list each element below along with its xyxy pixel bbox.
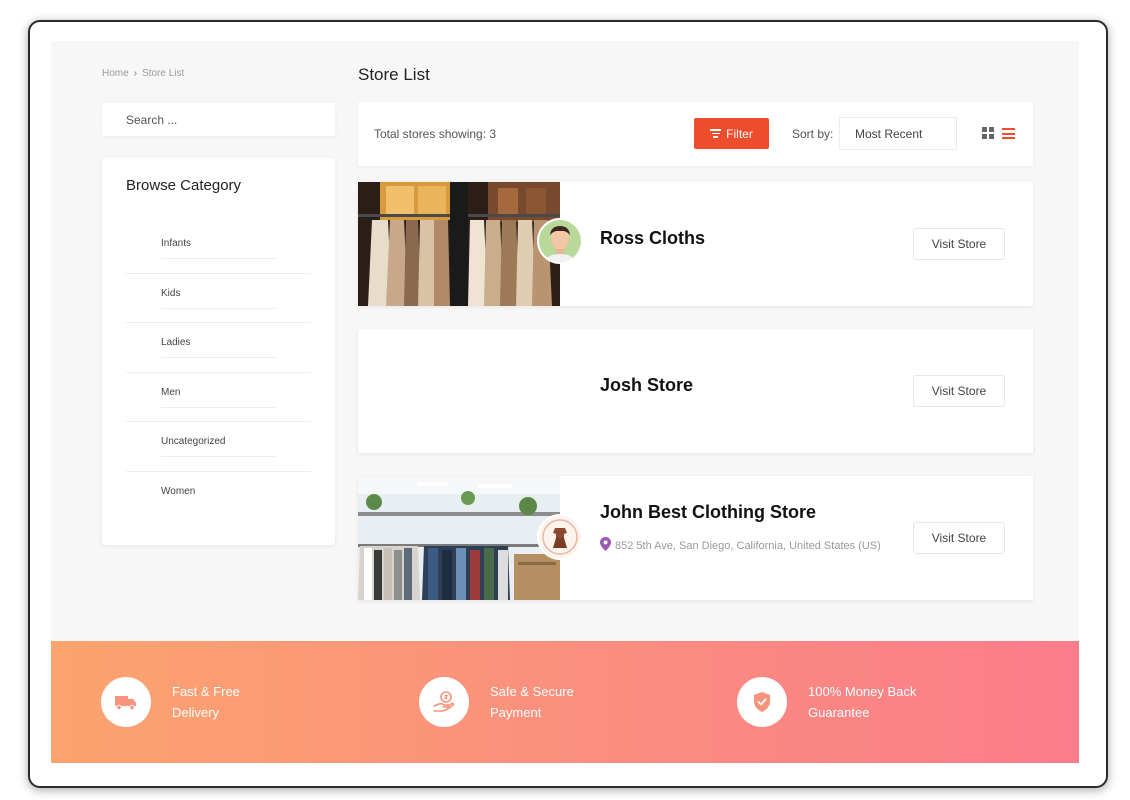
browser-frame: Home › Store List Browse Category Infant… <box>28 20 1108 788</box>
location-pin-icon <box>600 537 611 551</box>
filter-button[interactable]: Filter <box>694 118 769 149</box>
feature-text: Fast & Free Delivery <box>172 681 312 723</box>
list-item: Infants <box>126 224 311 274</box>
category-link-ladies[interactable]: Ladies <box>161 337 276 359</box>
category-link-uncategorized[interactable]: Uncategorized <box>161 436 276 458</box>
category-link-women[interactable]: Women <box>161 486 276 506</box>
feature-line-1: Fast & Free <box>172 684 240 699</box>
total-stores-count: Total stores showing: 3 <box>374 127 497 141</box>
feature-text: Safe & Secure Payment <box>490 681 630 723</box>
page-content: Home › Store List Browse Category Infant… <box>51 41 1079 641</box>
visit-store-button[interactable]: Visit Store <box>913 375 1005 407</box>
truck-icon <box>115 696 136 711</box>
list-item: Kids <box>126 274 311 324</box>
feature-fast-free-delivery: Fast & Free Delivery <box>101 677 312 727</box>
breadcrumb: Home › Store List <box>102 68 184 79</box>
category-title: Browse Category <box>126 177 242 194</box>
visit-store-button[interactable]: Visit Store <box>913 522 1005 554</box>
list-item: Women <box>126 472 311 522</box>
browse-category-card: Browse Category Infants Kids Ladies Men … <box>102 158 335 545</box>
grid-view-icon[interactable] <box>982 127 994 139</box>
store-card-john-best-clothing-store: John Best Clothing Store 852 5th Ave, Sa… <box>358 476 1033 600</box>
list-item: Men <box>126 373 311 423</box>
feature-line-1: 100% Money Back <box>808 684 917 699</box>
store-name[interactable]: Josh Store <box>600 375 693 396</box>
list-view-icon[interactable] <box>1002 128 1015 139</box>
feature-text: 100% Money Back Guarantee <box>808 681 948 723</box>
store-toolbar: Total stores showing: 3 Filter Sort by: … <box>358 102 1033 166</box>
breadcrumb-current: Store List <box>142 68 185 79</box>
feature-line-1: Safe & Secure <box>490 684 574 699</box>
feature-line-2: Payment <box>490 705 542 720</box>
store-name[interactable]: John Best Clothing Store <box>600 502 816 523</box>
sort-label: Sort by: <box>792 127 834 141</box>
category-list: Infants Kids Ladies Men Uncategorized Wo… <box>126 224 311 522</box>
filter-button-label: Filter <box>726 126 753 141</box>
store-logo <box>537 514 583 560</box>
feature-safe-secure-payment: Safe & Secure Payment <box>419 677 630 727</box>
filter-icon <box>710 129 722 138</box>
feature-line-2: Delivery <box>172 705 219 720</box>
shield-icon <box>754 692 770 712</box>
feature-icon-circle <box>101 677 151 727</box>
features-footer: Fast & Free Delivery Safe & Secure Payme… <box>51 641 1079 763</box>
payment-hand-icon <box>433 691 455 712</box>
feature-money-back-guarantee: 100% Money Back Guarantee <box>737 677 948 727</box>
list-item: Uncategorized <box>126 422 311 472</box>
page-title: Store List <box>358 65 430 84</box>
breadcrumb-separator: › <box>133 68 138 79</box>
visit-store-button[interactable]: Visit Store <box>913 228 1005 260</box>
list-item: Ladies <box>126 323 311 373</box>
store-banner-image <box>358 476 560 600</box>
store-card-josh-store: Josh Store Visit Store <box>358 329 1033 453</box>
feature-icon-circle <box>737 677 787 727</box>
store-card-ross-cloths: Ross Cloths Visit Store <box>358 182 1033 306</box>
store-name[interactable]: Ross Cloths <box>600 228 705 249</box>
category-link-men[interactable]: Men <box>161 387 276 408</box>
store-address: 852 5th Ave, San Diego, California, Unit… <box>600 536 885 556</box>
category-link-infants[interactable]: Infants <box>161 238 276 259</box>
store-banner-image <box>358 182 560 306</box>
search-input[interactable] <box>102 103 335 136</box>
category-link-kids[interactable]: Kids <box>161 288 276 309</box>
store-owner-avatar <box>537 218 583 264</box>
sort-select[interactable]: Most Recent <box>839 117 957 150</box>
breadcrumb-home-link[interactable]: Home <box>102 68 129 79</box>
feature-icon-circle <box>419 677 469 727</box>
store-address-text: 852 5th Ave, San Diego, California, Unit… <box>615 540 881 552</box>
feature-line-2: Guarantee <box>808 705 870 720</box>
